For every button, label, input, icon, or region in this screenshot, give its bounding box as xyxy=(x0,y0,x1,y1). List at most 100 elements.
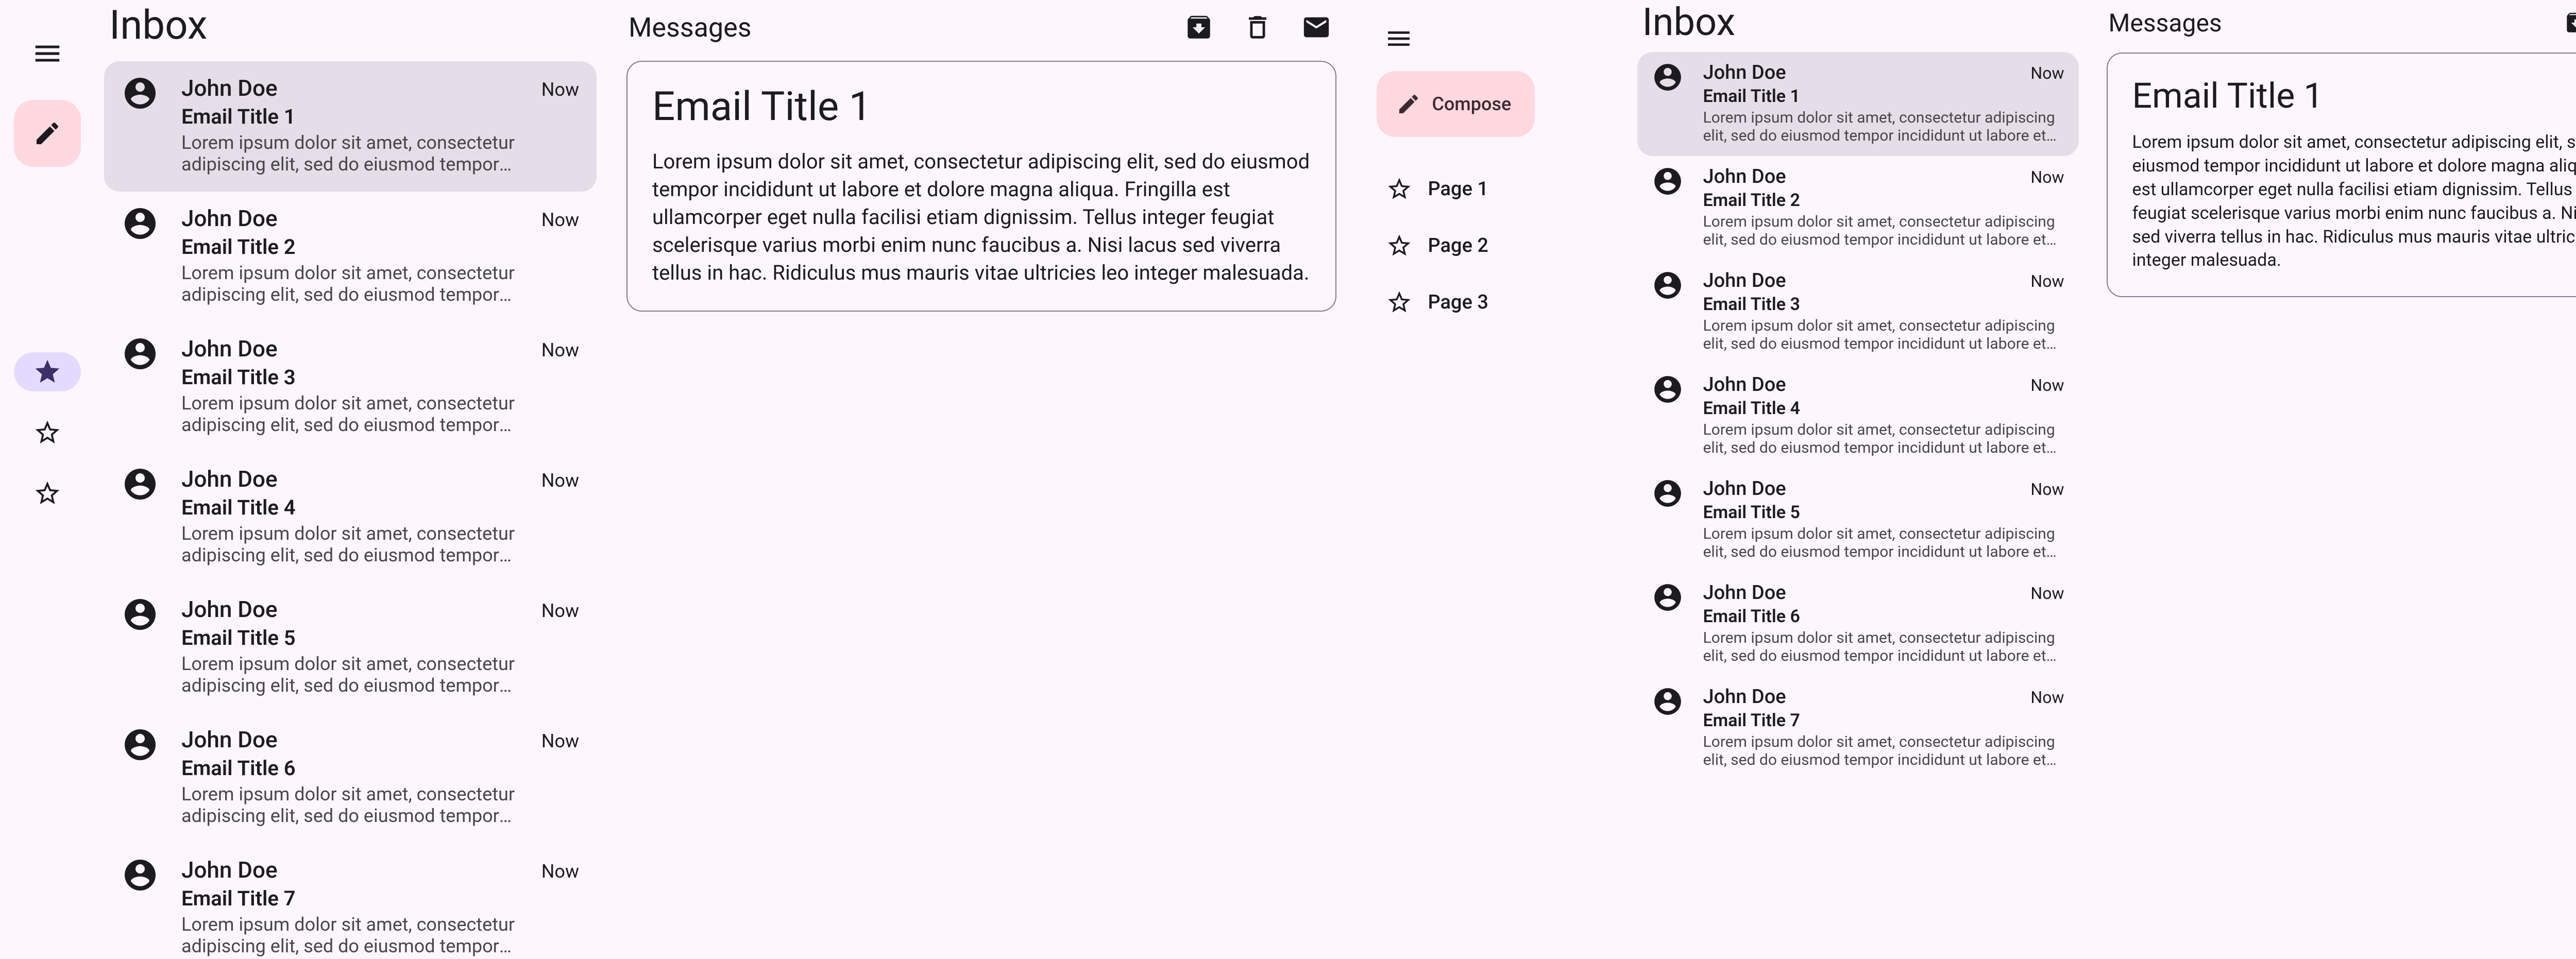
email-subject: Email Title 1 xyxy=(181,105,579,129)
email-subject: Email Title 4 xyxy=(1703,398,2064,419)
email-sender: John Doe xyxy=(1703,477,2021,500)
email-sender: John Doe xyxy=(181,335,531,362)
avatar-icon xyxy=(1652,581,1684,665)
nav-item-1[interactable]: Page 1 xyxy=(1377,161,1620,217)
menu-button[interactable] xyxy=(22,28,73,79)
message-body: Lorem ipsum dolor sit amet, consectetur … xyxy=(2132,131,2576,272)
email-sender: John Doe xyxy=(181,857,531,883)
email-time: Now xyxy=(541,79,579,100)
email-sender: John Doe xyxy=(1703,61,2021,84)
nav-rail xyxy=(0,0,95,959)
avatar-icon xyxy=(122,857,159,957)
nav-item-3[interactable]: Page 3 xyxy=(1377,274,1620,331)
email-preview: Lorem ipsum dolor sit amet, consectetur … xyxy=(181,392,579,436)
email-sender: John Doe xyxy=(181,596,531,623)
star-outline-icon xyxy=(1386,289,1413,316)
nav-label: Page 3 xyxy=(1428,291,1488,314)
nav-item-2[interactable] xyxy=(14,413,81,452)
email-sender: John Doe xyxy=(181,466,531,492)
delete-icon xyxy=(1243,12,1273,42)
email-preview: Lorem ipsum dolor sit amet, consectetur … xyxy=(181,523,579,566)
star-outline-icon xyxy=(33,418,62,447)
email-item[interactable]: John Doe Now Email Title 1 Lorem ipsum d… xyxy=(1637,52,2079,156)
email-time: Now xyxy=(2030,271,2064,291)
mark-unread-button[interactable] xyxy=(1298,9,1334,45)
email-item[interactable]: John Doe Now Email Title 4 Lorem ipsum d… xyxy=(104,452,597,583)
email-sender: John Doe xyxy=(1703,269,2021,292)
compose-fab[interactable] xyxy=(14,100,81,167)
email-preview: Lorem ipsum dolor sit amet, consectetur … xyxy=(181,262,579,305)
layout-expanded-rail: Compose Page 1 Page 2 Page 3 Inbox John … xyxy=(1357,0,2576,959)
email-time: Now xyxy=(2030,375,2064,395)
archive-button[interactable] xyxy=(1181,9,1217,45)
avatar-icon xyxy=(1652,61,1684,145)
email-preview: Lorem ipsum dolor sit amet, consectetur … xyxy=(181,783,579,827)
email-preview: Lorem ipsum dolor sit amet, consectetur … xyxy=(181,914,579,957)
email-sender: John Doe xyxy=(1703,165,2021,188)
email-item[interactable]: John Doe Now Email Title 7 Lorem ipsum d… xyxy=(104,843,597,959)
email-item[interactable]: John Doe Now Email Title 5 Lorem ipsum d… xyxy=(1637,468,2079,572)
email-item[interactable]: John Doe Now Email Title 1 Lorem ipsum d… xyxy=(104,61,597,192)
menu-button[interactable] xyxy=(1377,16,1421,61)
edit-icon xyxy=(1396,92,1421,116)
compose-fab[interactable]: Compose xyxy=(1377,71,1535,137)
email-subject: Email Title 7 xyxy=(1703,710,2064,731)
avatar-icon xyxy=(1652,269,1684,353)
email-subject: Email Title 3 xyxy=(181,365,579,389)
star-outline-icon xyxy=(33,479,62,508)
email-preview: Lorem ipsum dolor sit amet, consectetur … xyxy=(1703,421,2064,457)
avatar-icon xyxy=(122,726,159,827)
email-item[interactable]: John Doe Now Email Title 3 Lorem ipsum d… xyxy=(104,322,597,452)
email-list: Inbox John Doe Now Email Title 1 Lorem i… xyxy=(1630,0,2086,959)
nav-item-2[interactable]: Page 2 xyxy=(1377,217,1620,274)
email-time: Now xyxy=(541,339,579,361)
email-item[interactable]: John Doe Now Email Title 2 Lorem ipsum d… xyxy=(1637,156,2079,260)
email-time: Now xyxy=(2030,63,2064,83)
email-time: Now xyxy=(541,209,579,231)
email-sender: John Doe xyxy=(181,726,531,753)
nav-item-1[interactable] xyxy=(14,352,81,391)
email-subject: Email Title 5 xyxy=(1703,502,2064,523)
archive-icon xyxy=(2564,10,2576,36)
avatar-icon xyxy=(1652,373,1684,457)
email-sender: John Doe xyxy=(1703,373,2021,396)
message-card: Email Title 1 Lorem ipsum dolor sit amet… xyxy=(2107,53,2576,297)
email-item[interactable]: John Doe Now Email Title 3 Lorem ipsum d… xyxy=(1637,260,2079,364)
inbox-title: Inbox xyxy=(1637,0,2079,52)
email-sender: John Doe xyxy=(1703,581,2021,604)
message-card: Email Title 1 Lorem ipsum dolor sit amet… xyxy=(626,61,1336,312)
message-pane: Messages Email Title 1 Lorem ipsum dolor… xyxy=(606,0,1357,959)
avatar-icon xyxy=(1652,686,1684,769)
star-outline-icon xyxy=(1386,232,1413,259)
email-item[interactable]: John Doe Now Email Title 6 Lorem ipsum d… xyxy=(104,713,597,843)
avatar-icon xyxy=(122,75,159,175)
email-item[interactable]: John Doe Now Email Title 7 Lorem ipsum d… xyxy=(1637,676,2079,780)
message-body: Lorem ipsum dolor sit amet, consectetur … xyxy=(652,148,1311,287)
nav-item-3[interactable] xyxy=(14,474,81,513)
delete-button[interactable] xyxy=(1240,9,1276,45)
email-preview: Lorem ipsum dolor sit amet, consectetur … xyxy=(1703,525,2064,561)
email-item[interactable]: John Doe Now Email Title 4 Lorem ipsum d… xyxy=(1637,364,2079,468)
email-time: Now xyxy=(541,861,579,882)
message-pane: Messages Email Title 1 Lorem ipsum dolor… xyxy=(2086,0,2576,959)
email-subject: Email Title 4 xyxy=(181,495,579,520)
email-item[interactable]: John Doe Now Email Title 5 Lorem ipsum d… xyxy=(104,583,597,713)
email-item[interactable]: John Doe Now Email Title 2 Lorem ipsum d… xyxy=(104,192,597,322)
messages-title: Messages xyxy=(629,12,1158,43)
email-time: Now xyxy=(2030,584,2064,603)
email-preview: Lorem ipsum dolor sit amet, consectetur … xyxy=(1703,109,2064,145)
avatar-icon xyxy=(122,466,159,566)
email-item[interactable]: John Doe Now Email Title 6 Lorem ipsum d… xyxy=(1637,572,2079,676)
archive-button[interactable] xyxy=(2561,7,2576,38)
email-time: Now xyxy=(2030,480,2064,499)
edit-icon xyxy=(33,119,62,148)
email-preview: Lorem ipsum dolor sit amet, consectetur … xyxy=(181,653,579,696)
email-sender: John Doe xyxy=(181,75,531,101)
star-icon xyxy=(33,357,62,386)
email-preview: Lorem ipsum dolor sit amet, consectetur … xyxy=(181,132,579,175)
email-time: Now xyxy=(541,470,579,491)
email-subject: Email Title 6 xyxy=(1703,606,2064,627)
email-preview: Lorem ipsum dolor sit amet, consectetur … xyxy=(1703,317,2064,353)
star-outline-icon xyxy=(1386,176,1413,202)
email-subject: Email Title 2 xyxy=(181,235,579,259)
